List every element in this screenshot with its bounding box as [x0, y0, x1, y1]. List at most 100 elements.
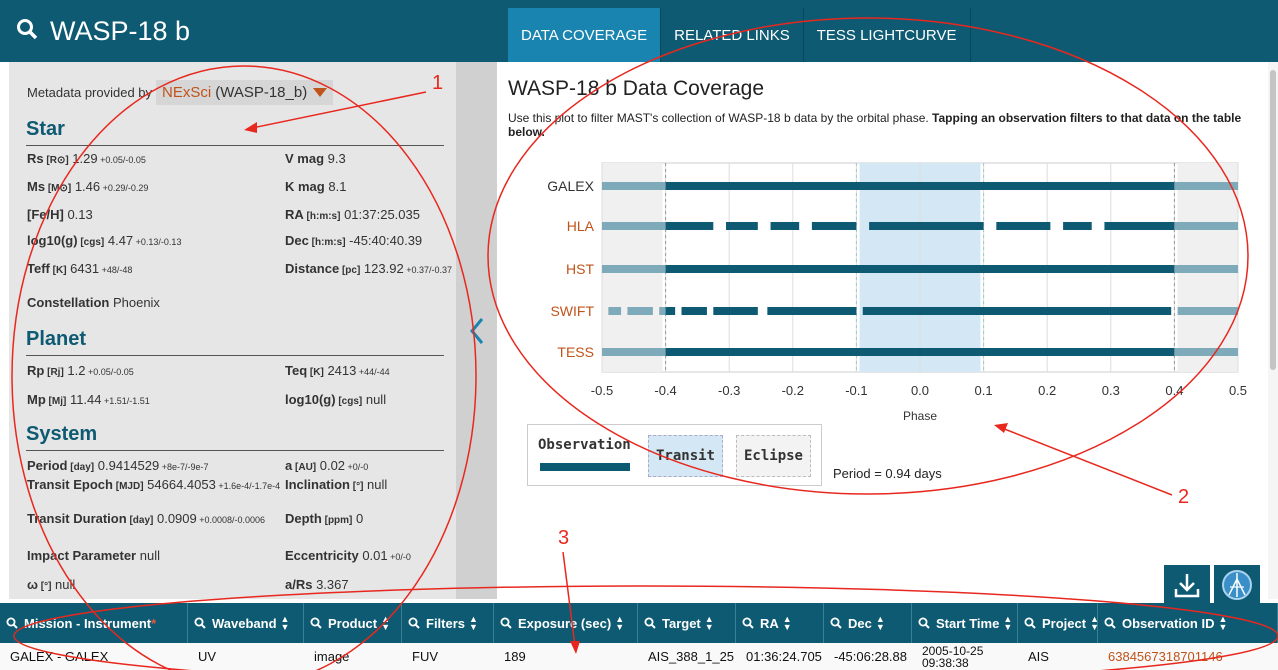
search-icon[interactable] — [6, 617, 18, 629]
field-value: null — [51, 577, 76, 592]
column-header-product[interactable]: Product ▲ ▼ — [304, 603, 402, 643]
field-name: Period — [27, 458, 68, 473]
column-header-filters[interactable]: Filters ▲ ▼ — [402, 603, 494, 643]
table-cell[interactable]: 6384567318701146 — [1098, 643, 1278, 670]
sort-arrows-icon[interactable]: ▲▼ — [281, 615, 290, 632]
star.rows.1-field: K mag 8.1 — [285, 180, 346, 194]
field-value: 1.29 — [68, 151, 98, 166]
field-name: log10(g) — [27, 233, 78, 248]
metadata-source-select[interactable]: NExSci (WASP-18_b) — [156, 80, 334, 105]
column-header-mission-instrument[interactable]: Mission - Instrument * — [0, 603, 188, 643]
mast-logo[interactable] — [1214, 565, 1260, 605]
scrollbar-thumb[interactable] — [1270, 70, 1276, 370]
search-icon[interactable] — [310, 617, 322, 629]
column-header-project[interactable]: Project▲▼ — [1018, 603, 1098, 643]
tab-data-coverage[interactable]: DATA COVERAGE — [508, 8, 662, 62]
column-header-exposure-sec[interactable]: Exposure (sec) ▲ ▼ — [494, 603, 638, 643]
search-icon[interactable] — [830, 617, 842, 629]
search-icon[interactable] — [918, 617, 930, 629]
sort-arrows-icon[interactable]: ▲▼ — [1003, 615, 1012, 632]
field-value: 0.01 — [358, 548, 388, 563]
sort-arrows-icon[interactable]: ▲▼ — [469, 615, 478, 632]
search-icon[interactable] — [500, 617, 512, 629]
star.rows.0-field: Rs [R⊙] 1.29 +0.05/-0.05 — [27, 152, 146, 168]
field-name: Teq — [285, 363, 308, 378]
search-icon[interactable] — [742, 617, 754, 629]
field-error: +48/-48 — [99, 265, 133, 275]
sort-arrows-icon[interactable]: ▲▼ — [876, 615, 885, 632]
sort-arrows-icon[interactable]: ▲▼ — [1090, 615, 1097, 632]
annotation-label-2: 2 — [1178, 486, 1190, 508]
collapse-panel-button[interactable] — [456, 62, 497, 599]
sort-arrows-icon[interactable]: ▲▼ — [381, 615, 390, 632]
column-label: Exposure (sec) — [518, 615, 612, 631]
sort-arrows-icon[interactable]: ▲▼ — [705, 615, 714, 632]
tab-tess-lightcurve[interactable]: TESS LIGHTCURVE — [804, 8, 971, 62]
field-unit: [h:m:s] — [303, 211, 341, 222]
field-value: -45:40:40.39 — [345, 233, 423, 248]
column-header-dec[interactable]: Dec ▲ ▼ — [824, 603, 912, 643]
field-error: +8e-7/-9e-7 — [159, 462, 209, 472]
field-value: null — [136, 548, 160, 563]
search-icon[interactable] — [1024, 617, 1036, 629]
legend-transit[interactable]: Transit — [648, 435, 723, 477]
field-error: +44/-44 — [356, 367, 390, 377]
search-icon[interactable] — [408, 617, 420, 629]
field-value: 0.02 — [316, 458, 346, 473]
field-unit: [day] — [67, 462, 95, 473]
coverage-panel — [497, 62, 1278, 599]
system.rows.3-field: Eccentricity 0.01 +0/-0 — [285, 549, 411, 564]
search-icon[interactable] — [16, 18, 38, 45]
field-error: +0/-0 — [345, 462, 369, 472]
metadata-object-name: (WASP-18_b) — [215, 84, 308, 101]
telescope-logo-icon — [1222, 570, 1252, 600]
search-icon[interactable] — [194, 617, 206, 629]
system.rows.4-field: ω [°] null — [27, 578, 75, 594]
planet.rows.1-field: log10(g) [cgs] null — [285, 393, 386, 409]
coverage-description-text: Use this plot to filter MAST's collectio… — [508, 111, 933, 125]
column-header-ra[interactable]: RA ▲ ▼ — [736, 603, 824, 643]
table-cell: AIS — [1028, 649, 1049, 664]
tab-related-links[interactable]: RELATED LINKS — [661, 8, 804, 62]
chart-legend: Observation Transit Eclipse — [527, 424, 822, 486]
title-bar: WASP-18 b — [0, 0, 497, 62]
planet-heading: Planet — [26, 328, 444, 356]
field-value: 0.9414529 — [94, 458, 160, 473]
field-value: null — [362, 392, 387, 407]
field-value: 0.0909 — [153, 511, 197, 526]
search-icon[interactable] — [1104, 617, 1116, 629]
column-header-observation-id[interactable]: Observation ID ▲ ▼ — [1098, 603, 1278, 643]
caret-down-icon — [313, 87, 328, 97]
field-unit: [K] — [49, 265, 67, 276]
sort-arrows-icon[interactable]: ▲▼ — [1218, 615, 1227, 632]
table-cell: GALEX - GALEX — [10, 649, 109, 664]
column-label: Waveband — [212, 615, 277, 631]
field-error: +0.0008/-0.0006 — [196, 515, 266, 525]
field-value: null — [363, 477, 388, 492]
field-error: +0.13/-0.13 — [133, 237, 182, 247]
legend-eclipse[interactable]: Eclipse — [736, 435, 811, 477]
search-icon[interactable] — [644, 617, 656, 629]
field-unit: [h:m:s] — [308, 237, 346, 248]
field-unit: [Mj] — [45, 396, 67, 407]
field-error: +1.51/-1.51 — [101, 396, 150, 406]
field-unit: [ppm] — [321, 515, 353, 526]
field-unit: [pc] — [339, 265, 361, 276]
field-name: Rs — [27, 151, 44, 166]
field-name: Distance — [285, 261, 340, 276]
sort-arrows-icon[interactable]: ▲▼ — [783, 615, 792, 632]
field-value: 1.46 — [71, 179, 101, 194]
column-label: RA — [760, 615, 779, 631]
metadata-label: Metadata provided by — [27, 85, 153, 100]
column-header-waveband[interactable]: Waveband ▲ ▼ — [188, 603, 304, 643]
column-header-target[interactable]: Target ▲ ▼ — [638, 603, 736, 643]
column-header-start-time[interactable]: Start Time ▲ ▼ — [912, 603, 1018, 643]
download-button[interactable] — [1164, 565, 1210, 605]
results-table-header: Mission - Instrument * Waveband ▲ ▼ Product ▲ ▼… — [0, 603, 1278, 643]
sort-arrows-icon[interactable]: ▲▼ — [615, 615, 624, 632]
field-value: Phoenix — [109, 295, 160, 310]
chevron-left-icon — [469, 317, 483, 344]
field-value: 4.47 — [104, 233, 134, 248]
table-row[interactable]: GALEX - GALEX UV image FUV 189 AIS_388_1_25 01… — [0, 643, 1278, 670]
system.rows.2-field: Transit Duration [day] 0.0909 +0.0008/-0… — [27, 512, 265, 528]
